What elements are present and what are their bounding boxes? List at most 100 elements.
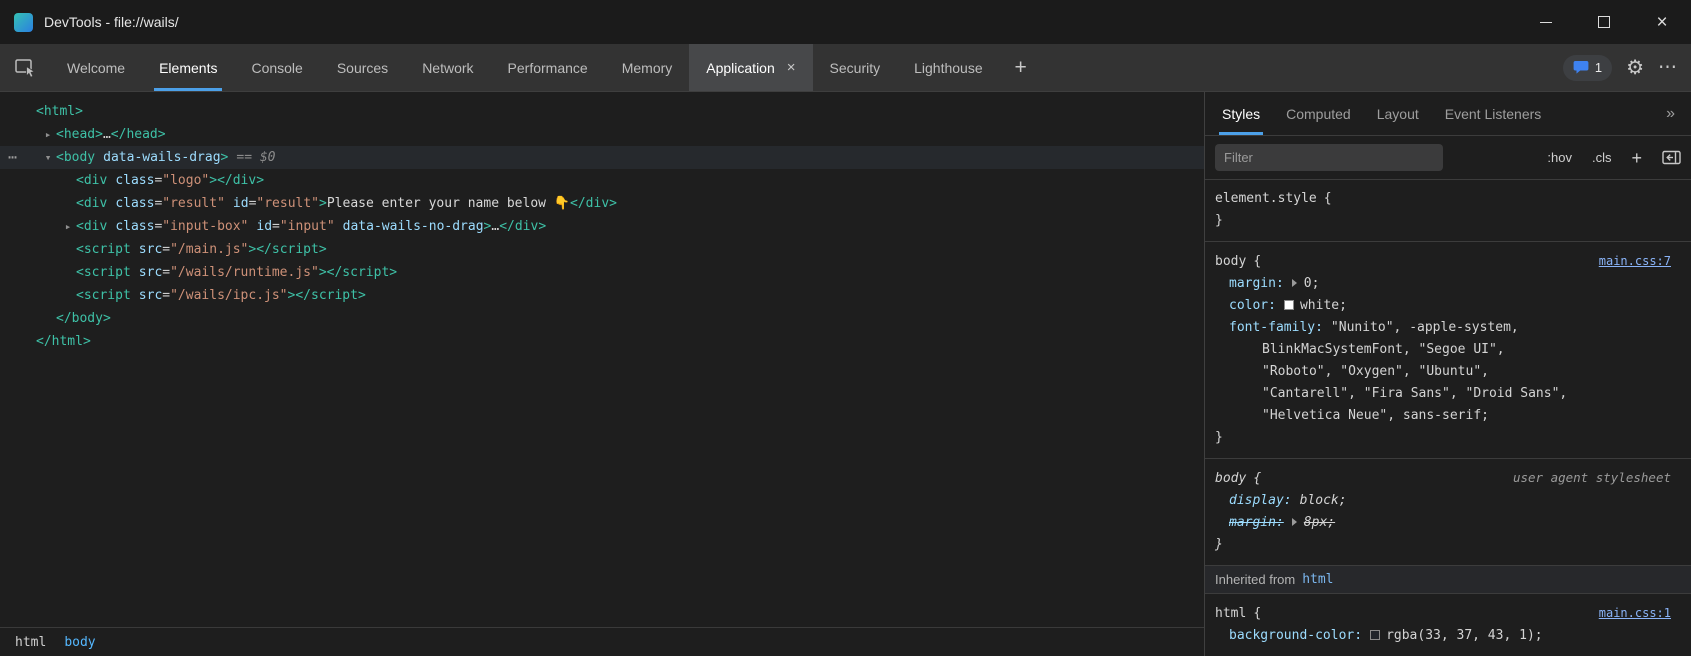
more-options-button[interactable]: ⋯ [1658,58,1677,77]
devtools-logo-icon [14,13,33,32]
tree-row-html-open[interactable]: <html> [0,100,1204,123]
rule-selector[interactable]: body [1215,251,1246,273]
css-property-display[interactable]: display:block; [1215,490,1671,512]
tab-label: Memory [622,60,673,76]
collapsed-ellipsis[interactable]: … [103,127,111,142]
rule-selector[interactable]: element.style [1215,188,1317,210]
open-brace: { [1253,251,1261,273]
close-tab-icon[interactable]: × [787,60,796,75]
attr-name: src [139,265,162,280]
css-property-margin-overridden[interactable]: margin:8px; [1215,512,1671,534]
tab-elements[interactable]: Elements [142,44,234,91]
more-panels-button[interactable]: » [1666,92,1691,135]
tree-row-div-logo[interactable]: <divclass="logo"></div> [0,169,1204,192]
inherited-target-link[interactable]: html [1302,572,1333,587]
tab-label: Styles [1222,106,1260,122]
tab-memory[interactable]: Memory [605,44,690,91]
collapse-arrow-icon[interactable]: ▾ [40,146,56,169]
close-icon: × [1656,13,1667,32]
attr-name: data-wails-drag [103,150,220,165]
tab-performance[interactable]: Performance [491,44,605,91]
tree-row-div-input-box[interactable]: ▸<divclass="input-box"id="input"data-wai… [0,215,1204,238]
inspect-button[interactable] [0,44,50,91]
tree-row-body-close[interactable]: </body> [0,307,1204,330]
attr-name: src [139,242,162,257]
script-open-tag: <script [76,288,131,303]
attr-name: src [139,288,162,303]
tab-sources[interactable]: Sources [320,44,405,91]
settings-button[interactable]: ⚙ [1626,58,1644,78]
shorthand-expand-icon[interactable] [1292,518,1297,526]
inspect-icon [15,59,36,77]
class-toggle[interactable]: .cls [1592,150,1612,165]
div-close-tag: </div> [570,196,617,211]
tree-row-script-runtime[interactable]: <scriptsrc="/wails/runtime.js"></script> [0,261,1204,284]
breadcrumb-body[interactable]: body [55,635,104,650]
sidebar-toggle-icon[interactable] [1662,150,1681,165]
maximize-button[interactable] [1575,0,1633,44]
pointing-down-emoji: 👇 [554,196,570,211]
tree-row-script-ipc[interactable]: <scriptsrc="/wails/ipc.js"></script> [0,284,1204,307]
issues-badge[interactable]: 1 [1563,55,1612,81]
property-value: white; [1300,298,1347,313]
close-button[interactable]: × [1633,0,1691,44]
main-area: <html> ▸<head>…</head> ⋯▾<bodydata-wails… [0,92,1691,656]
color-swatch-background[interactable] [1370,630,1380,640]
maximize-icon [1598,16,1610,28]
tab-lighthouse[interactable]: Lighthouse [897,44,1000,91]
tab-event-listeners[interactable]: Event Listeners [1432,92,1555,135]
property-name: color: [1229,298,1276,313]
filter-bar-actions: :hov .cls + [1547,149,1681,167]
tree-row-html-close[interactable]: </html> [0,330,1204,353]
property-name: background-color: [1229,628,1362,643]
node-overflow-menu-icon[interactable]: ⋯ [8,146,17,169]
css-property-font-family[interactable]: font-family:"Nunito", -apple-system, [1215,317,1671,339]
css-property-color[interactable]: color: white; [1215,295,1671,317]
user-agent-note: user agent stylesheet [1513,467,1671,489]
rule-selector[interactable]: html [1215,603,1246,625]
hover-state-toggle[interactable]: :hov [1547,150,1572,165]
tab-network[interactable]: Network [405,44,490,91]
rule-selector[interactable]: body [1215,468,1246,490]
tab-label: Elements [159,60,217,76]
stylesheet-link[interactable]: main.css:7 [1599,250,1671,272]
dollar-zero-hint: == $0 [236,150,275,165]
minimize-button[interactable] [1517,0,1575,44]
body-close-tag: </body> [56,311,111,326]
tree-row-head[interactable]: ▸<head>…</head> [0,123,1204,146]
color-swatch-white[interactable] [1284,300,1294,310]
tree-row-body[interactable]: ⋯▾<bodydata-wails-drag>== $0 [0,146,1204,169]
tab-computed[interactable]: Computed [1273,92,1364,135]
css-property-margin[interactable]: margin:0; [1215,273,1671,295]
new-tab-button[interactable]: + [1000,44,1042,91]
tab-security[interactable]: Security [813,44,898,91]
tab-welcome[interactable]: Welcome [50,44,142,91]
tab-label: Application [706,60,775,76]
property-name: margin: [1229,515,1284,530]
stylesheet-link[interactable]: main.css:1 [1599,602,1671,624]
tab-application[interactable]: Application × [689,44,812,91]
equals-sign: = [272,219,280,234]
expand-arrow-icon[interactable]: ▸ [60,215,76,238]
css-property-background-color[interactable]: background-color:rgba(33, 37, 43, 1); [1215,625,1671,647]
styles-filter-bar: :hov .cls + [1205,136,1691,180]
more-panels-icon: » [1666,105,1675,123]
div-open-tag: <div [76,219,107,234]
dom-tree: <html> ▸<head>…</head> ⋯▾<bodydata-wails… [0,92,1204,627]
property-value: block; [1300,493,1347,508]
tab-layout[interactable]: Layout [1364,92,1432,135]
breadcrumb-html[interactable]: html [6,635,55,650]
shorthand-expand-icon[interactable] [1292,279,1297,287]
new-style-rule-button[interactable]: + [1631,149,1642,167]
tab-label: Security [830,60,881,76]
expand-arrow-icon[interactable]: ▸ [40,123,56,146]
script-open-tag: <script [76,265,131,280]
tab-styles[interactable]: Styles [1209,92,1273,135]
tree-row-script-main[interactable]: <scriptsrc="/main.js"></script> [0,238,1204,261]
tab-console[interactable]: Console [234,44,319,91]
script-close-tag: ></script> [319,265,397,280]
style-filter-input[interactable] [1215,144,1443,171]
div-open-tag: <div [76,196,107,211]
tree-row-div-result[interactable]: <divclass="result"id="result">Please ent… [0,192,1204,215]
style-rule-element: element.style{ } [1205,180,1691,242]
